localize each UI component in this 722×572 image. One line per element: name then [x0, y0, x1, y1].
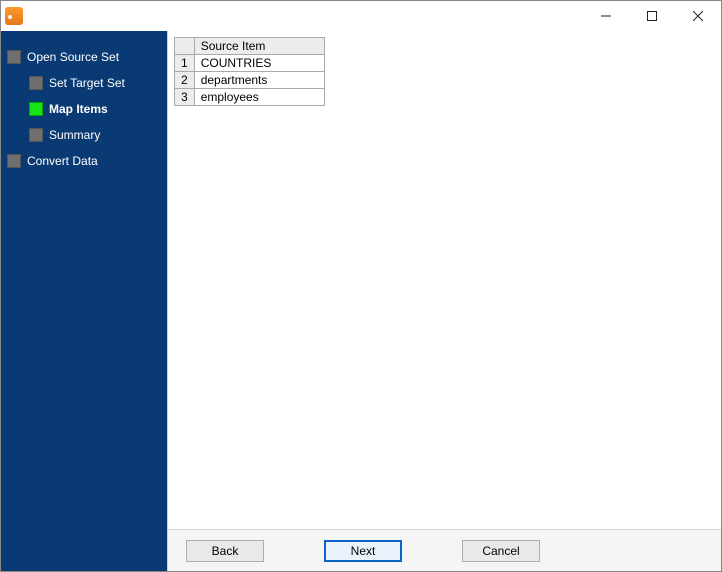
step-label: Convert Data — [27, 154, 98, 168]
wizard-footer: Back Next Cancel — [168, 529, 721, 571]
step-map-items[interactable]: Map Items — [29, 99, 161, 119]
wizard-steps-sidebar: Open Source Set Set Target Set Map Items… — [1, 31, 167, 571]
table-row[interactable]: 1 COUNTRIES — [175, 55, 325, 72]
step-box-icon — [7, 50, 21, 64]
step-box-icon — [29, 76, 43, 90]
content-area: Source Item 1 COUNTRIES 2 departments 3 … — [168, 31, 721, 529]
step-summary[interactable]: Summary — [29, 125, 161, 145]
source-item-cell[interactable]: employees — [194, 89, 324, 106]
table-row[interactable]: 3 employees — [175, 89, 325, 106]
step-label: Summary — [49, 128, 100, 142]
app-icon — [5, 7, 23, 25]
row-number: 1 — [175, 55, 195, 72]
maximize-icon — [647, 11, 657, 21]
source-item-cell[interactable]: departments — [194, 72, 324, 89]
row-number: 2 — [175, 72, 195, 89]
step-box-icon — [7, 154, 21, 168]
row-number: 3 — [175, 89, 195, 106]
step-set-target-set[interactable]: Set Target Set — [29, 73, 161, 93]
close-button[interactable] — [675, 1, 721, 31]
step-open-source-set[interactable]: Open Source Set — [7, 47, 161, 67]
maximize-button[interactable] — [629, 1, 675, 31]
step-label: Open Source Set — [27, 50, 119, 64]
step-label: Map Items — [49, 102, 108, 116]
step-box-icon — [29, 128, 43, 142]
column-header-source-item[interactable]: Source Item — [194, 38, 324, 55]
minimize-icon — [601, 11, 611, 21]
source-item-table[interactable]: Source Item 1 COUNTRIES 2 departments 3 … — [174, 37, 325, 106]
close-icon — [693, 11, 703, 21]
titlebar — [1, 1, 721, 31]
table-corner — [175, 38, 195, 55]
cancel-button[interactable]: Cancel — [462, 540, 540, 562]
next-button[interactable]: Next — [324, 540, 402, 562]
table-row[interactable]: 2 departments — [175, 72, 325, 89]
minimize-button[interactable] — [583, 1, 629, 31]
step-box-icon — [29, 102, 43, 116]
step-convert-data[interactable]: Convert Data — [7, 151, 161, 171]
source-item-cell[interactable]: COUNTRIES — [194, 55, 324, 72]
back-button[interactable]: Back — [186, 540, 264, 562]
step-label: Set Target Set — [49, 76, 125, 90]
